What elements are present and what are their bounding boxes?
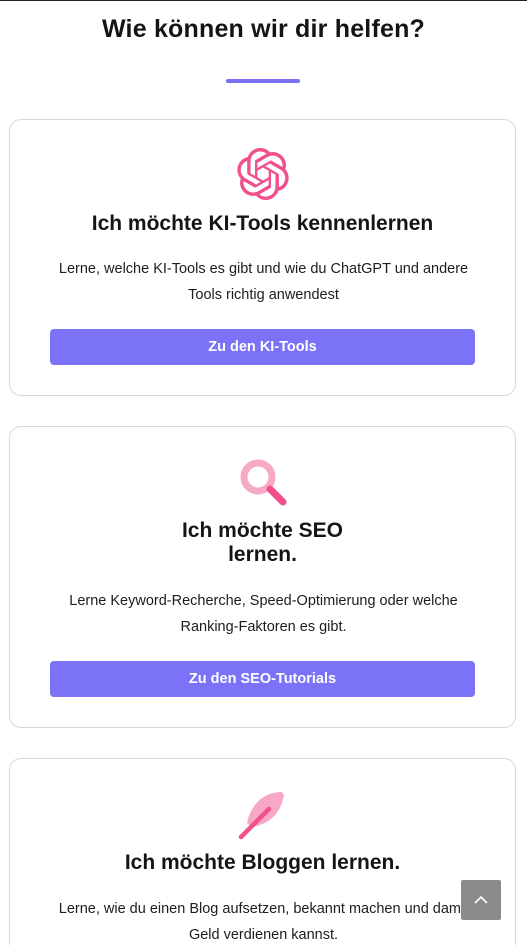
heading-divider (226, 79, 300, 83)
card-title: Ich möchte Bloggen lernen. (124, 851, 401, 874)
card-title: Ich möchte KI-Tools kennenlernen (91, 212, 434, 235)
feather-icon (10, 787, 515, 843)
card-description: Lerne Keyword-Recherche, Speed-Optimieru… (69, 593, 458, 635)
seo-tutorials-button[interactable]: Zu den SEO-Tutorials (50, 661, 475, 697)
card-bloggen: Ich möchte Bloggen lernen. Lerne, wie du… (9, 758, 516, 945)
card-ki-tools: Ich möchte KI-Tools kennenlernen Lerne, … (9, 119, 516, 396)
chevron-up-icon (474, 895, 488, 904)
ki-tools-button[interactable]: Zu den KI-Tools (50, 329, 475, 365)
magnifier-icon (10, 455, 515, 509)
card-description: Lerne, wie du einen Blog aufsetzen, beka… (58, 901, 469, 943)
card-description: Lerne, welche KI-Tools es gibt und wie d… (58, 261, 469, 303)
card-title: Ich möchte SEO lernen. (181, 519, 344, 566)
openai-logo-icon (10, 148, 515, 200)
card-seo: Ich möchte SEO lernen. Lerne Keyword-Rec… (9, 426, 516, 728)
scroll-to-top-button[interactable] (461, 880, 501, 920)
page-title: Wie können wir dir helfen? (101, 15, 426, 43)
